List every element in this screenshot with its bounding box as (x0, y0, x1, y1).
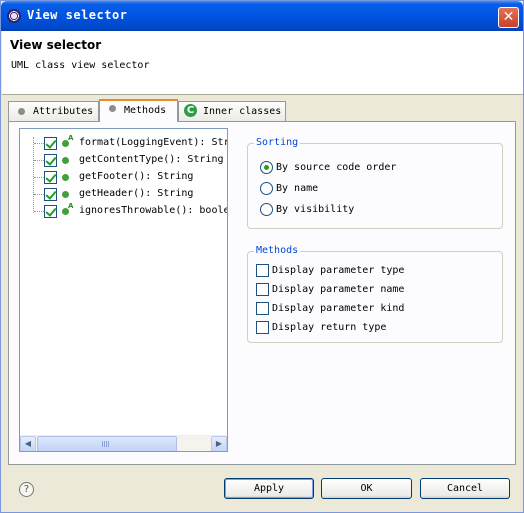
checkbox-label: Display parameter type (272, 265, 405, 276)
window-title: View selector (27, 8, 128, 22)
radio-button[interactable] (260, 182, 273, 195)
checkbox-label: Display return type (272, 322, 387, 333)
apply-button-label: Apply (253, 483, 285, 494)
methods-group-label: Methods (254, 245, 301, 256)
tree-branch (34, 211, 44, 212)
eclipse-app-icon (7, 9, 21, 23)
method-checkbox[interactable] (44, 188, 57, 201)
radio-button[interactable] (260, 203, 273, 216)
class-c-icon: C (184, 104, 197, 117)
checkbox-label: Display parameter name (272, 284, 405, 295)
method-label: getContentType(): String (79, 154, 224, 165)
horizontal-scrollbar[interactable]: ◀ ▶ (20, 435, 227, 451)
tree-row[interactable]: getHeader(): String (20, 186, 227, 203)
tab-inner-classes-label: Inner classes (203, 106, 282, 117)
scroll-right-icon[interactable]: ▶ (211, 436, 227, 451)
method-checkbox[interactable] (44, 137, 57, 150)
tab-attributes[interactable]: Attributes (8, 101, 99, 121)
apply-button[interactable]: Apply (224, 478, 314, 499)
title-bar[interactable]: View selector ✕ (1, 1, 523, 31)
public-method-icon (62, 157, 69, 164)
method-checkbox[interactable] (44, 171, 57, 184)
radio-button[interactable] (260, 161, 273, 174)
radio-label: By name (276, 183, 319, 194)
scroll-left-icon[interactable]: ◀ (20, 436, 36, 451)
checkbox[interactable] (256, 283, 269, 296)
cancel-button[interactable]: Cancel (420, 478, 510, 499)
view-selector-dialog: View selector ✕ View selector UML class … (0, 0, 524, 513)
tree-row[interactable]: getFooter(): String (20, 169, 227, 186)
methods-display-group: Methods Display parameter type Display p… (247, 245, 503, 343)
ok-button[interactable]: OK (321, 478, 412, 499)
header-title: View selector (10, 38, 102, 52)
dialog-header: View selector UML class view selector (2, 31, 523, 95)
public-method-icon (62, 191, 69, 198)
tree-row[interactable]: getContentType(): String (20, 152, 227, 169)
checkbox[interactable] (256, 302, 269, 315)
tab-methods-label: Methods (124, 105, 167, 116)
method-label: getFooter(): String (79, 171, 194, 182)
header-message: UML class view selector (11, 60, 150, 71)
checkbox-label: Display parameter kind (272, 303, 405, 314)
attribute-dot-icon (18, 108, 25, 115)
tree-row[interactable]: A ignoresThrowable(): boole (20, 202, 228, 220)
tab-attributes-label: Attributes (33, 106, 94, 117)
method-label: format(LoggingEvent): Str (79, 137, 228, 148)
sorting-group-label: Sorting (254, 137, 301, 148)
tab-methods[interactable]: Methods (99, 99, 178, 122)
tree-branch (34, 160, 44, 161)
radio-label: By visibility (276, 204, 355, 215)
close-button[interactable]: ✕ (498, 7, 519, 28)
method-checkbox[interactable] (44, 154, 57, 167)
tree-branch (34, 177, 44, 178)
ok-button-label: OK (360, 483, 373, 494)
sorting-group: Sorting By source code order By name By … (247, 137, 503, 229)
radio-label: By source code order (276, 162, 397, 173)
abstract-marker: A (68, 202, 74, 210)
abstract-marker: A (68, 134, 74, 142)
method-checkbox[interactable] (44, 205, 57, 218)
tree-branch (34, 143, 44, 144)
method-dot-icon (109, 105, 116, 112)
checkbox[interactable] (256, 264, 269, 277)
cancel-button-label: Cancel (446, 483, 484, 494)
tree-branch (34, 194, 44, 195)
methods-tree[interactable]: A format(LoggingEvent): Str getContentTy… (19, 128, 228, 452)
method-label: getHeader(): String (79, 188, 194, 199)
checkbox[interactable] (256, 321, 269, 334)
public-method-icon (62, 174, 69, 181)
tab-inner-classes[interactable]: C Inner classes (178, 101, 286, 121)
help-icon[interactable]: ? (19, 482, 34, 497)
method-label: ignoresThrowable(): boole (79, 205, 228, 216)
scroll-thumb[interactable] (37, 436, 177, 451)
tree-row[interactable]: A format(LoggingEvent): Str (20, 134, 228, 152)
